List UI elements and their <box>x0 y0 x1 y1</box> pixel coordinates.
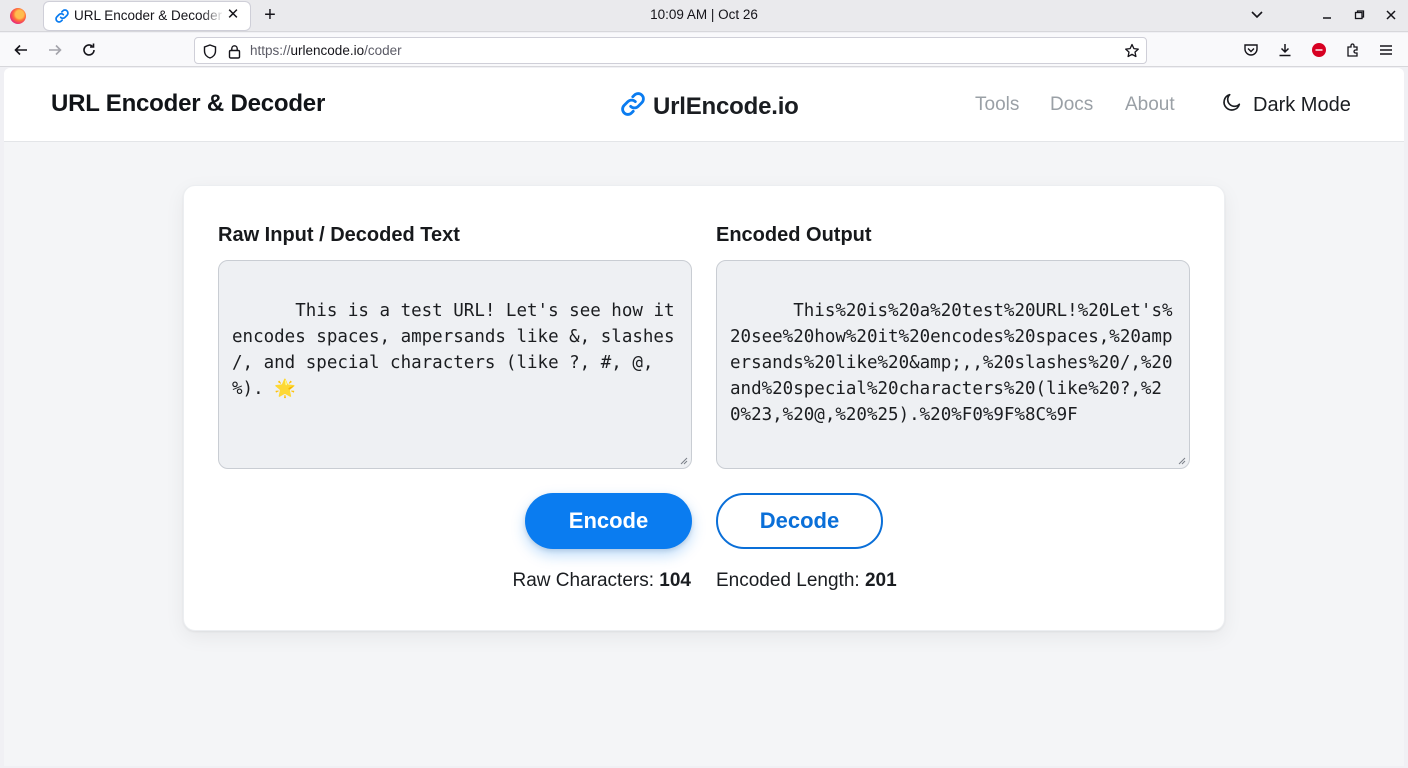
encoded-length-label: Encoded Length: <box>716 570 860 591</box>
address-bar[interactable]: https://urlencode.io/coder <box>194 37 1147 64</box>
decode-button[interactable]: Decode <box>716 493 883 549</box>
url-host: urlencode.io <box>290 43 365 58</box>
download-icon[interactable] <box>1276 41 1294 59</box>
site-header: URL Encoder & Decoder UrlEncode.io Tools… <box>4 68 1404 142</box>
page-viewport: URL Encoder & Decoder UrlEncode.io Tools… <box>4 68 1404 766</box>
encoded-output-textarea[interactable]: This%20is%20a%20test%20URL!%20Let's%20se… <box>716 260 1190 469</box>
maximize-window-icon[interactable] <box>1348 5 1370 27</box>
pocket-icon[interactable] <box>1242 41 1260 59</box>
browser-toolbar: https://urlencode.io/coder <box>0 33 1408 67</box>
extensions-puzzle-icon[interactable] <box>1344 41 1362 59</box>
close-window-icon[interactable] <box>1380 5 1402 27</box>
brand-logo[interactable]: UrlEncode.io <box>619 90 799 123</box>
reload-icon[interactable] <box>78 39 100 61</box>
encoded-length-stat: Encoded Length: 201 <box>716 570 897 592</box>
page-title: URL Encoder & Decoder <box>51 90 326 117</box>
raw-characters-stat: Raw Characters: 104 <box>513 570 691 592</box>
encoded-output-value: This%20is%20a%20test%20URL!%20Let's%20se… <box>730 301 1173 425</box>
nav-link-tools[interactable]: Tools <box>975 94 1019 116</box>
raw-characters-label: Raw Characters: <box>512 570 655 591</box>
raw-characters-value: 104 <box>659 570 691 591</box>
coder-card: Raw Input / Decoded Text This is a test … <box>183 185 1225 631</box>
browser-tab-strip: URL Encoder & Decoder ✕ + 10:09 AM | Oct… <box>0 0 1408 32</box>
back-arrow-icon[interactable] <box>10 39 32 61</box>
resize-grip-icon[interactable] <box>680 457 688 465</box>
brand-name: UrlEncode.io <box>653 92 799 120</box>
url-text[interactable]: https://urlencode.io/coder <box>250 43 402 58</box>
nav-link-about[interactable]: About <box>1125 94 1175 116</box>
input-label: Raw Input / Decoded Text <box>218 224 460 246</box>
minimize-window-icon[interactable] <box>1316 5 1338 27</box>
system-clock: 10:09 AM | Oct 26 <box>650 7 758 22</box>
url-scheme: https:// <box>250 43 291 58</box>
resize-grip-icon[interactable] <box>1178 457 1186 465</box>
forward-arrow-icon[interactable] <box>44 39 66 61</box>
bookmark-star-icon[interactable] <box>1124 43 1140 59</box>
hamburger-menu-icon[interactable] <box>1377 41 1395 59</box>
raw-input-textarea[interactable]: This is a test URL! Let's see how it enc… <box>218 260 692 469</box>
nav-link-docs[interactable]: Docs <box>1050 94 1093 116</box>
raw-input-value: This is a test URL! Let's see how it enc… <box>232 301 686 399</box>
encode-button[interactable]: Encode <box>525 493 692 549</box>
dark-mode-label: Dark Mode <box>1253 93 1351 116</box>
tab-list-chevron-icon[interactable] <box>1246 5 1268 27</box>
chain-link-icon <box>619 90 647 123</box>
moon-icon <box>1221 91 1243 119</box>
shield-icon[interactable] <box>202 43 218 59</box>
encoded-length-value: 201 <box>864 570 897 591</box>
dark-mode-toggle[interactable]: Dark Mode <box>1221 91 1351 119</box>
url-path: /coder <box>364 43 402 58</box>
extension-badge-icon[interactable] <box>1310 41 1328 59</box>
output-label: Encoded Output <box>716 224 872 246</box>
lock-icon[interactable] <box>226 43 242 59</box>
